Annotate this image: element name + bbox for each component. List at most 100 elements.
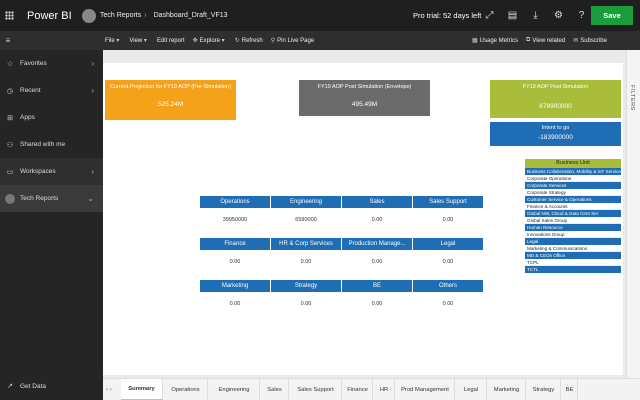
department-tile[interactable]: Strategy 0.00 [271,280,341,307]
department-value: 0.00 [229,301,241,307]
help-icon[interactable]: ? [570,10,593,21]
card-title: FY19 AOP Post Simulation [522,84,589,90]
department-value: 0.00 [300,301,312,307]
breadcrumb-workspace[interactable]: Tech Reports [100,12,141,19]
business-unit-slicer: Business Unit Business Collaboration, Mo… [525,159,621,273]
slicer-item[interactable]: Customer Service & Operations [525,196,621,203]
brand-name[interactable]: Power BI [27,10,80,22]
edit-report-label: Edit report [156,37,185,44]
tab-sales-support[interactable]: Sales Support [290,379,342,400]
department-tile[interactable]: Finance 0.00 [200,238,270,265]
department-tile[interactable]: BE 0.00 [342,280,412,307]
tab-strategy[interactable]: Strategy [527,379,561,400]
card-value: 525.24M [157,101,184,108]
sidebar-item-favorites[interactable]: ☆ Favorites › [0,50,103,77]
explore-menu[interactable]: ✥ Explore ▾ [193,37,227,45]
settings-icon[interactable]: ⚙ [547,10,570,21]
workspace-icon: ▭ [6,168,14,176]
pin-live-page-button[interactable]: ⚲ Pin Live Page [271,37,314,45]
slicer-item[interactable]: Finance & Accounts [525,203,621,210]
usage-metrics-button[interactable]: ▦ Usage Metrics [472,37,518,45]
tab-operations[interactable]: Operations [164,379,208,400]
card-current-projection[interactable]: Current Projection for FY19 AOP (Pre-Sim… [105,80,236,120]
department-value: 0.00 [442,301,454,307]
slicer-item[interactable]: TCPL [525,259,621,266]
sidebar-item-label: Favorites [20,60,47,67]
subscribe-button[interactable]: ✉ Subscribe [573,37,607,45]
tab-hr[interactable]: HR [374,379,395,400]
department-name: Production Manage... [342,238,412,250]
app-launcher-icon[interactable] [0,0,19,31]
slicer-item[interactable]: Legal [525,238,621,245]
department-value: 0.00 [371,217,383,223]
tab-legal[interactable]: Legal [456,379,487,400]
slicer-item[interactable]: Human Resource [525,224,621,231]
download-icon[interactable]: ⤓ [524,10,547,21]
sidebar-item-recent[interactable]: ◷ Recent › [0,77,103,104]
trial-status[interactable]: Pro trial: 52 days left [413,11,481,20]
sidebar-item-apps[interactable]: ⊞ Apps [0,104,103,131]
chevron-right-icon: › [91,167,94,176]
breadcrumb-report[interactable]: Dashboard_Draft_VF13 [154,12,228,19]
tab-marketing[interactable]: Marketing [488,379,526,400]
tab-sales[interactable]: Sales [261,379,289,400]
edit-report-button[interactable]: Edit report [157,38,185,44]
department-tile[interactable]: Production Manage... 0.00 [342,238,412,265]
slicer-item[interactable]: Marketing & Communications [525,245,621,252]
slicer-item[interactable]: Global NW, Cloud & Data Cent Ser [525,210,621,217]
tab-engineering[interactable]: Engineering [209,379,260,400]
share-icon: ⚇ [6,141,14,149]
department-tile[interactable]: Sales Support 0.00 [413,196,483,223]
slicer-item[interactable]: Corporate Strategy [525,189,621,196]
toolbar-right: ▦ Usage Metrics ⧉ View related ✉ Subscribe [472,31,615,50]
tab-prod-management[interactable]: Prod Management [396,379,455,400]
slicer-item[interactable]: Global Sales Group [525,217,621,224]
filters-pane-toggle[interactable]: FILTERS [626,50,640,378]
refresh-label: Refresh [241,37,263,44]
tab-scroll-arrows[interactable]: ‹ › [106,379,112,400]
department-tile[interactable]: Engineering 6590000 [271,196,341,223]
refresh-button[interactable]: ↻ Refresh [235,37,263,45]
file-label: File [105,37,115,44]
hamburger-icon[interactable]: ≡ [0,36,16,45]
expand-icon[interactable]: ⤢ [478,10,501,21]
view-related-button[interactable]: ⧉ View related [526,37,565,44]
tab-summary[interactable]: Summary [121,379,163,400]
view-related-label: View related [532,37,566,44]
card-title: Current Projection for FY19 AOP (Pre-Sim… [110,84,231,90]
department-tile[interactable]: Operations 39950000 [200,196,270,223]
get-data-button[interactable]: ↗ Get Data [0,375,103,397]
sidebar-item-label: Apps [20,114,35,121]
chevron-down-icon: ▾ [142,38,147,44]
tab-finance[interactable]: Finance [343,379,373,400]
card-post-simulation-envelope[interactable]: FY19 AOP Post Simulation (Envelope) 495.… [299,80,430,116]
sidebar-item-shared[interactable]: ⚇ Shared with me [0,131,103,158]
department-tile[interactable]: HR & Corp Services 0.00 [271,238,341,265]
slicer-item[interactable]: TCTL [525,266,621,273]
department-tile[interactable]: Legal 0.00 [413,238,483,265]
slicer-item[interactable]: Business Collaboration, Mobility & IoT S… [525,168,621,175]
slicer-title: Business Unit [525,159,621,168]
department-row: Operations 39950000 Engineering 6590000 Sa… [200,196,483,238]
star-icon: ☆ [6,60,14,68]
sidebar-item-tech-reports[interactable]: Tech Reports ⌄ [0,185,103,212]
feedback-icon[interactable]: ▤ [501,10,524,21]
tab-be[interactable]: BE [562,379,578,400]
department-tile[interactable]: Marketing 0.00 [200,280,270,307]
slicer-item[interactable]: Innovations Group [525,231,621,238]
department-tile[interactable]: Others 0.00 [413,280,483,307]
workspace-avatar [5,193,15,204]
card-post-simulation[interactable]: FY19 AOP Post Simulation 678900000 [490,80,621,118]
sidebar-item-workspaces[interactable]: ▭ Workspaces › [0,158,103,185]
save-button[interactable]: Save [591,6,633,25]
file-menu[interactable]: File ▾ [105,37,121,45]
sidebar-item-label: Tech Reports [20,195,59,202]
chevron-left-icon[interactable]: ‹ [106,387,108,393]
slicer-item[interactable]: Corporate Operations [525,175,621,182]
slicer-item[interactable]: Corporate Services [525,182,621,189]
card-intent-to-go[interactable]: Intent to go -183900000 [490,122,621,146]
department-tile[interactable]: Sales 0.00 [342,196,412,223]
slicer-item[interactable]: MD & CEOs Office [525,252,621,259]
view-menu[interactable]: View ▾ [129,37,149,45]
chevron-right-icon[interactable]: › [110,387,112,393]
